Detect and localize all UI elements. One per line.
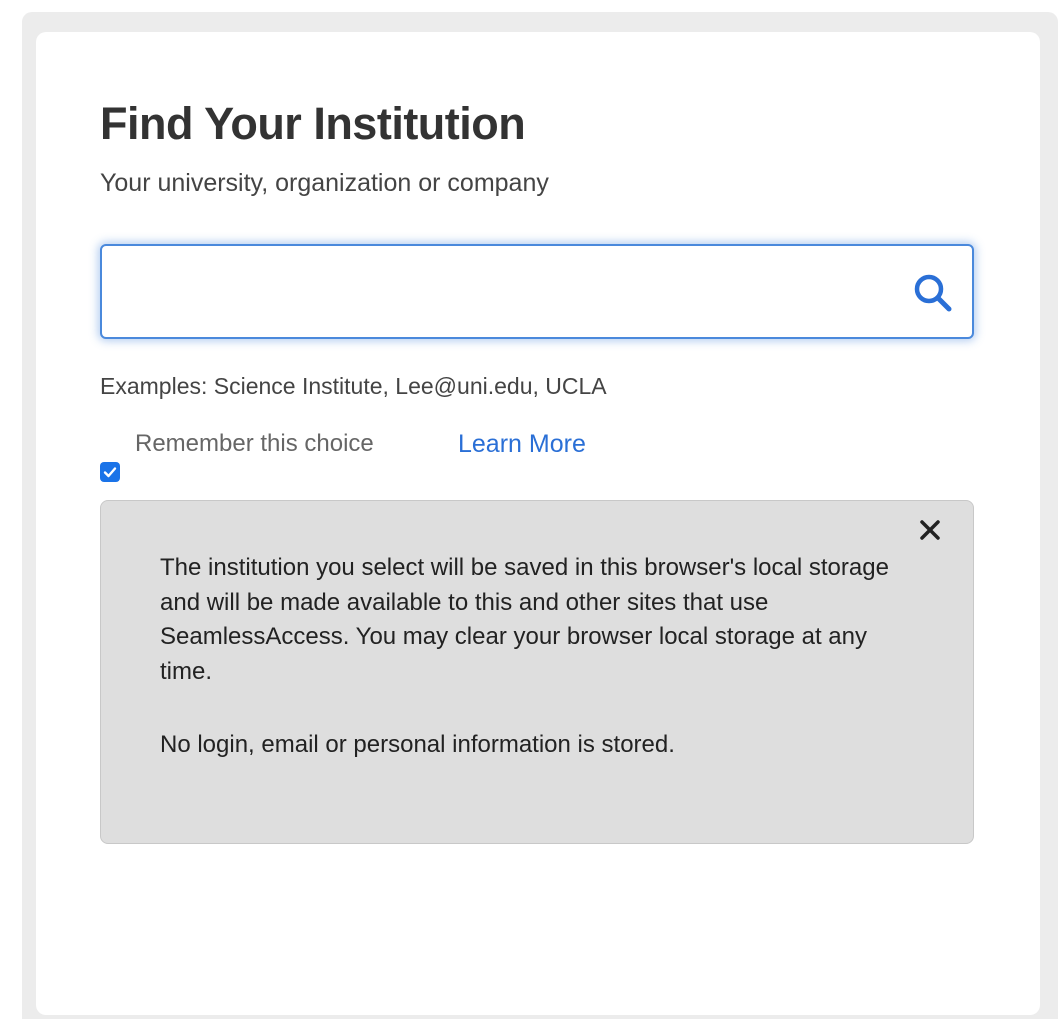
- close-icon[interactable]: [915, 515, 945, 545]
- search-box: [100, 244, 974, 339]
- search-input[interactable]: [114, 256, 898, 329]
- local-storage-info-panel: The institution you select will be saved…: [100, 500, 974, 844]
- learn-more-link[interactable]: Learn More: [458, 428, 586, 460]
- remember-choice-checkbox[interactable]: [100, 462, 120, 482]
- checkmark-icon: [103, 467, 117, 478]
- info-text: The institution you select will be saved…: [160, 554, 889, 685]
- page-title: Find Your Institution: [100, 98, 526, 149]
- search-examples: Examples: Science Institute, Lee@uni.edu…: [100, 373, 607, 399]
- remember-choice-label: Remember this choice: [135, 430, 374, 457]
- search-icon[interactable]: [912, 272, 954, 314]
- page-subtitle: Your university, organization or company: [100, 169, 549, 197]
- info-note: No login, email or personal information …: [160, 731, 675, 758]
